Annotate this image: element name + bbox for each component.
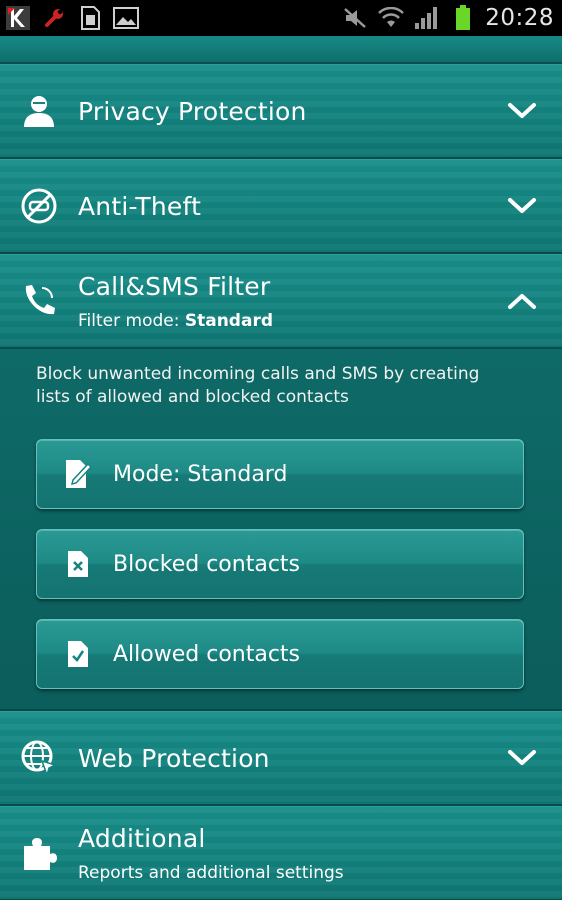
chevron-down-icon[interactable] xyxy=(492,91,552,131)
mode-button-label: Mode: Standard xyxy=(113,461,288,487)
allowed-contacts-button[interactable]: Allowed contacts xyxy=(36,619,524,689)
edit-document-icon xyxy=(63,457,93,491)
section-title: Privacy Protection xyxy=(78,96,307,126)
blocked-document-icon xyxy=(63,547,93,581)
mode-button[interactable]: Mode: Standard xyxy=(36,439,524,509)
wifi-icon xyxy=(377,4,405,32)
gallery-icon xyxy=(112,4,140,32)
section-title: Web Protection xyxy=(78,743,270,773)
battery-icon xyxy=(449,4,477,32)
chevron-down-icon[interactable] xyxy=(492,738,552,778)
chevron-up-icon[interactable] xyxy=(492,281,552,321)
status-clock: 20:28 xyxy=(485,5,554,31)
call-sms-filter-panel: Block unwanted incoming calls and SMS by… xyxy=(0,349,562,711)
top-strip xyxy=(0,36,562,64)
section-title: Additional xyxy=(78,823,206,853)
feature-list: Privacy Protection Anti-Theft Call&SMS F… xyxy=(0,36,562,900)
phone-crossed-icon xyxy=(18,185,60,227)
globe-icon xyxy=(18,737,60,779)
section-web-protection[interactable]: Web Protection xyxy=(0,711,562,806)
sim-card-icon xyxy=(76,4,104,32)
signal-icon xyxy=(413,4,441,32)
blocked-contacts-button[interactable]: Blocked contacts xyxy=(36,529,524,599)
allowed-contacts-label: Allowed contacts xyxy=(113,641,301,667)
section-call-sms-filter[interactable]: Call&SMS Filter Filter mode: Standard xyxy=(0,254,562,349)
section-subtitle: Reports and additional settings xyxy=(78,862,344,883)
filter-mode-status: Filter mode: Standard xyxy=(78,311,492,331)
mute-icon xyxy=(341,4,369,32)
kaspersky-icon xyxy=(4,4,32,32)
section-description: Block unwanted incoming calls and SMS by… xyxy=(36,364,480,407)
section-title: Call&SMS Filter xyxy=(78,271,271,301)
section-title: Anti-Theft xyxy=(78,191,202,221)
puzzle-icon xyxy=(18,832,60,874)
person-icon xyxy=(18,90,60,132)
chevron-down-icon[interactable] xyxy=(492,186,552,226)
phone-handset-icon xyxy=(18,280,60,322)
status-bar: 20:28 xyxy=(0,0,562,36)
blocked-contacts-label: Blocked contacts xyxy=(113,551,300,577)
filter-mode-value: Standard xyxy=(184,310,273,331)
allowed-document-icon xyxy=(63,637,93,671)
wrench-icon xyxy=(40,4,68,32)
filter-mode-label: Filter mode: xyxy=(78,310,185,331)
section-additional[interactable]: Additional Reports and additional settin… xyxy=(0,806,562,900)
section-privacy-protection[interactable]: Privacy Protection xyxy=(0,64,562,159)
section-anti-theft[interactable]: Anti-Theft xyxy=(0,159,562,254)
